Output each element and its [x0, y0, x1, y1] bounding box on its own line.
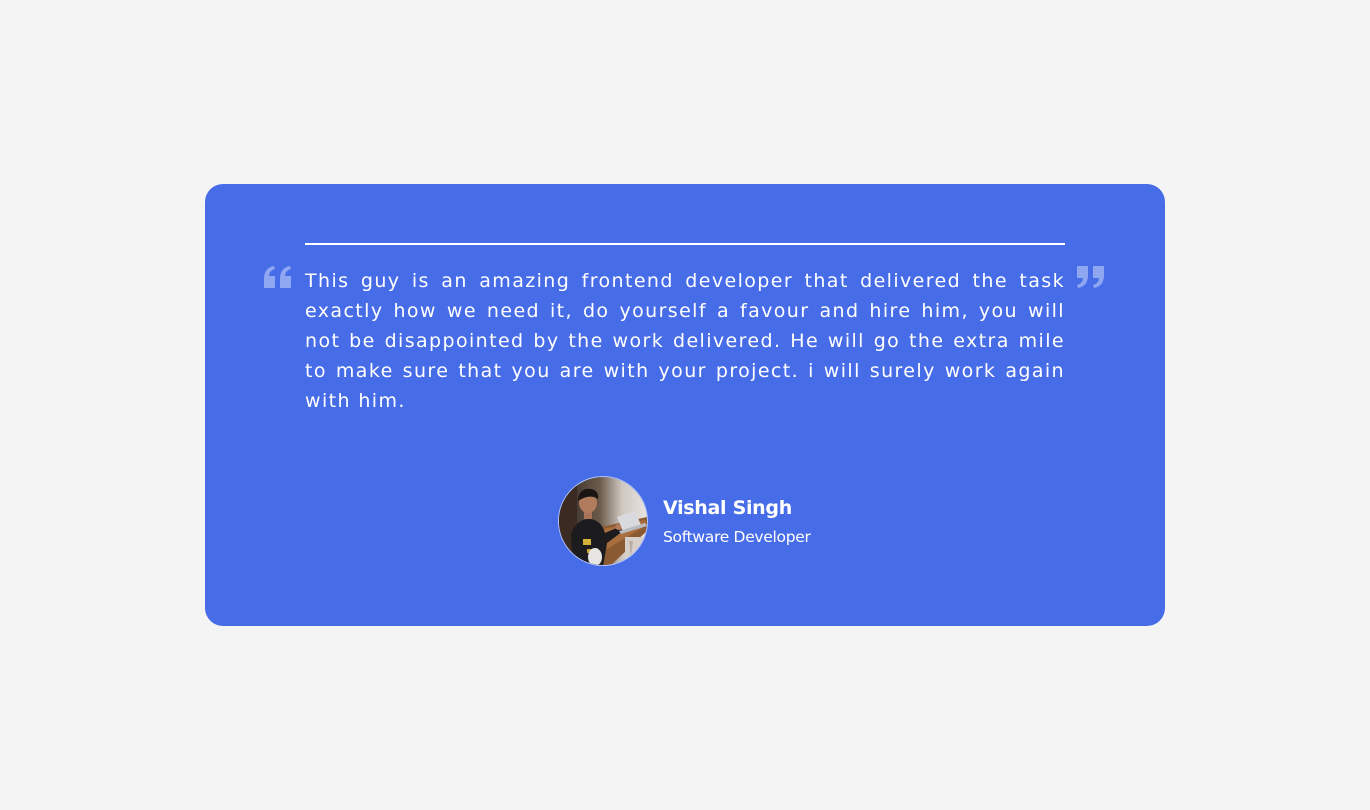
progress-bar-fill — [305, 243, 1065, 245]
testimonial-card: This guy is an amazing frontend develope… — [205, 184, 1165, 626]
progress-bar — [305, 243, 1065, 245]
person-with-laptop-photo-icon — [559, 477, 647, 565]
author-name: Vishal Singh — [663, 497, 792, 519]
open-quote-icon — [264, 266, 291, 288]
author-role: Software Developer — [663, 528, 811, 546]
author-info: Vishal Singh Software Developer — [663, 495, 811, 547]
testimonial-quote: This guy is an amazing frontend develope… — [305, 270, 1065, 412]
avatar — [558, 476, 648, 566]
close-quote-icon — [1077, 266, 1104, 288]
author-block: Vishal Singh Software Developer — [558, 475, 811, 567]
